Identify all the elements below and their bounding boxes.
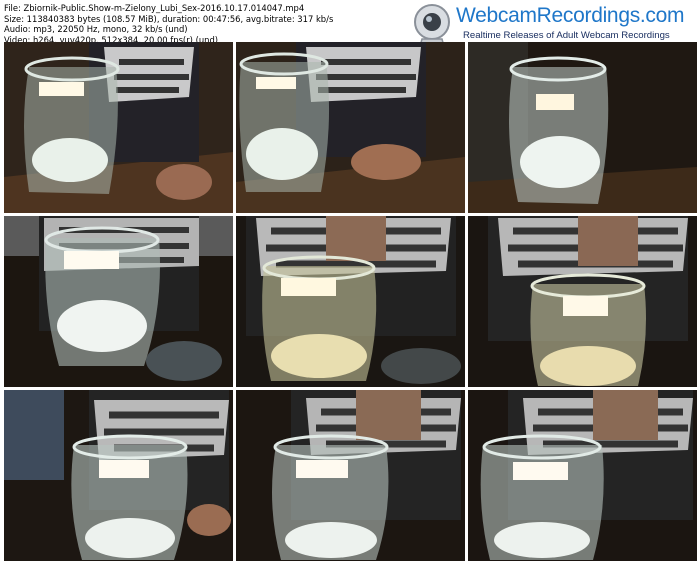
frame-4 [4, 216, 233, 387]
frame-6 [468, 216, 697, 387]
frame-3 [468, 42, 697, 213]
audio-info-line: Audio: mp3, 22050 Hz, mono, 32 kb/s (und… [4, 24, 188, 35]
frame-5 [236, 216, 465, 387]
file-size-line: Size: 113840383 bytes (108.57 MiB), dura… [4, 13, 334, 24]
file-info: File: Zbiornik-Public.Show-m-Zielony_Lub… [4, 3, 404, 45]
file-name-line: File: Zbiornik-Public.Show-m-Zielony_Lub… [4, 3, 305, 13]
logo-name: WebcamRecordings.com [456, 4, 685, 27]
logo-tagline: Realtime Releases of Adult Webcam Record… [463, 30, 670, 41]
site-logo: WebcamRecordings.com Realtime Releases o… [408, 2, 698, 60]
frame-2 [236, 42, 465, 213]
frame-9 [468, 390, 697, 561]
frame-1 [4, 42, 233, 213]
frame-7 [4, 390, 233, 561]
frame-8 [236, 390, 465, 561]
